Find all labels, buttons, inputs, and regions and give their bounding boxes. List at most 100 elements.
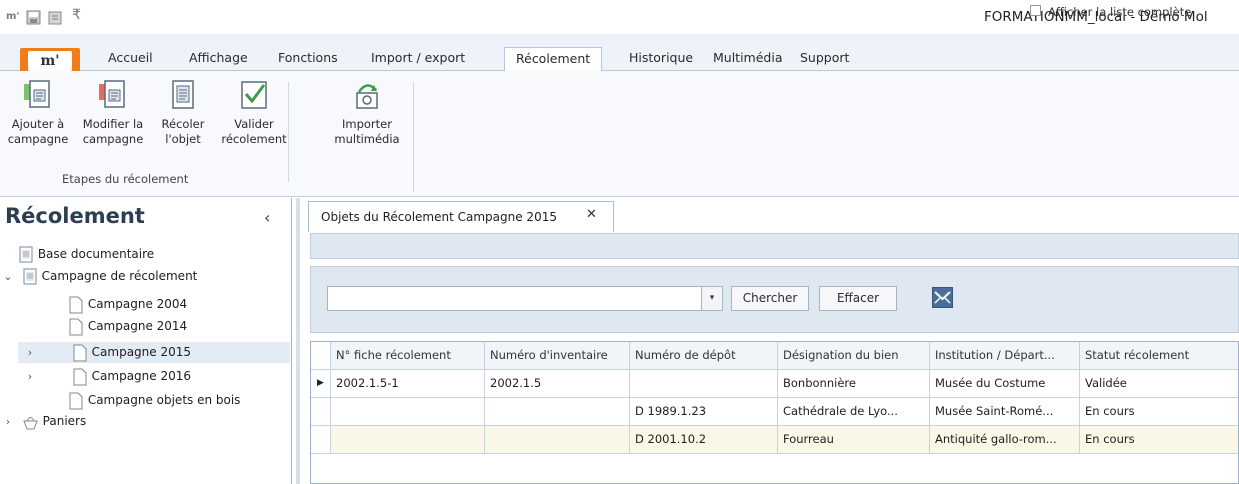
table-cell[interactable]: En cours xyxy=(1080,426,1238,454)
column-header-fiche[interactable]: N° fiche récolement xyxy=(331,342,485,370)
document-tab-label: Objets du Récolement Campagne 2015 xyxy=(321,210,557,224)
column-header-depot[interactable]: Numéro de dépôt xyxy=(630,342,778,370)
table-cell[interactable]: Musée Saint-Romé... xyxy=(930,398,1080,426)
add-to-campaign-icon xyxy=(24,80,50,108)
collapsed-chevron-icon[interactable]: › xyxy=(24,366,36,387)
inventory-object-button[interactable]: Récoler l'objet xyxy=(152,78,214,147)
tab-import-export[interactable]: Import / export xyxy=(371,50,465,65)
page-icon xyxy=(69,318,83,335)
table-cell[interactable] xyxy=(331,426,485,454)
tree-item-base-documentaire[interactable]: Base documentaire xyxy=(18,244,288,265)
tab-affichage[interactable]: Affichage xyxy=(189,50,248,65)
validate-inventory-label-1: Valider xyxy=(234,117,274,131)
search-input[interactable] xyxy=(330,289,698,308)
inventory-object-label-1: Récoler xyxy=(161,117,205,131)
table-cell[interactable] xyxy=(485,426,630,454)
tab-recolement[interactable]: Récolement xyxy=(504,47,603,72)
validate-check-icon xyxy=(241,81,267,109)
full-list-checkbox[interactable] xyxy=(1030,5,1041,16)
table-cell[interactable]: Validée xyxy=(1080,370,1238,398)
current-row-arrow-icon: ▶ xyxy=(311,370,331,398)
tree-item-label: Campagne objets en bois xyxy=(87,393,241,407)
ribbon-group-label: Etapes du récolement xyxy=(62,172,189,186)
document-icon xyxy=(19,246,33,263)
clear-button[interactable]: Effacer xyxy=(819,286,897,311)
navigation-panel-title: Récolement xyxy=(5,204,145,228)
ribbon-tab-bar xyxy=(0,34,1239,71)
table-cell[interactable] xyxy=(331,398,485,426)
basket-icon xyxy=(23,416,38,429)
table-cell[interactable] xyxy=(630,370,778,398)
tree-item-label: Campagne 2004 xyxy=(87,297,188,311)
import-multimedia-button[interactable]: Importer multimédia xyxy=(331,78,403,147)
add-to-campaign-label-2: campagne xyxy=(7,132,69,146)
send-email-icon[interactable] xyxy=(932,287,953,308)
document-tab[interactable]: Objets du Récolement Campagne 2015 ✕ xyxy=(308,201,614,232)
tree-item-label: Paniers xyxy=(42,414,87,428)
page-icon xyxy=(73,344,87,361)
document-icon xyxy=(23,268,37,285)
edit-campaign-button[interactable]: Modifier la campagne xyxy=(74,78,152,147)
table-cell[interactable]: Antiquité gallo-rom... xyxy=(930,426,1080,454)
expanded-chevron-icon[interactable]: ⌄ xyxy=(2,266,14,287)
tree-item-campagne-de-recolement[interactable]: ⌄ Campagne de récolement xyxy=(2,266,288,287)
table-cell[interactable]: Bonbonnière xyxy=(778,370,930,398)
page-icon xyxy=(73,368,87,385)
tree-item-campagne-2014[interactable]: Campagne 2014 xyxy=(68,316,288,337)
inventory-object-label-2: l'objet xyxy=(165,132,201,146)
column-header-inventaire[interactable]: Numéro d'inventaire xyxy=(485,342,630,370)
column-header-institution[interactable]: Institution / Départ... xyxy=(930,342,1080,370)
navigation-panel-header: Récolement ‹ xyxy=(0,198,291,236)
import-multimedia-label-2: multimédia xyxy=(334,132,400,146)
table-cell[interactable]: 2002.1.5 xyxy=(485,370,630,398)
undo-form-icon[interactable] xyxy=(48,10,63,25)
table-cell[interactable] xyxy=(485,398,630,426)
collapsed-chevron-icon[interactable]: › xyxy=(2,411,14,432)
column-header-designation[interactable]: Désignation du bien xyxy=(778,342,930,370)
table-cell[interactable]: 2002.1.5-1 xyxy=(331,370,485,398)
row-indicator xyxy=(311,398,331,426)
ribbon-group-separator xyxy=(288,82,289,182)
tab-accueil[interactable]: Accueil xyxy=(108,50,153,65)
row-indicator xyxy=(311,426,331,454)
table-cell[interactable]: D 1989.1.23 xyxy=(630,398,778,426)
import-multimedia-label-1: Importer xyxy=(342,117,392,131)
quick-access-dropdown-icon[interactable]: ₹ xyxy=(72,7,81,23)
search-combo[interactable]: ▾ xyxy=(327,286,723,311)
edit-campaign-label-2: campagne xyxy=(82,132,144,146)
dropdown-arrow-icon[interactable]: ▾ xyxy=(701,287,722,310)
inventory-object-icon xyxy=(172,80,194,109)
tab-historique[interactable]: Historique xyxy=(629,50,693,65)
table-cell[interactable]: En cours xyxy=(1080,398,1238,426)
tab-multimedia[interactable]: Multimédia xyxy=(713,50,783,65)
table-cell[interactable]: Fourreau xyxy=(778,426,930,454)
tree-item-campagne-2015[interactable]: › Campagne 2015 xyxy=(18,342,290,363)
tree-item-label: Base documentaire xyxy=(37,247,155,261)
validate-inventory-label-2: récolement xyxy=(221,132,287,146)
tab-fonctions[interactable]: Fonctions xyxy=(278,50,338,65)
results-grid: N° fiche récolement Numéro d'inventaire … xyxy=(310,341,1239,484)
search-button[interactable]: Chercher xyxy=(731,286,809,311)
collapsed-chevron-icon[interactable]: › xyxy=(24,342,36,363)
tree-item-campagne-2004[interactable]: Campagne 2004 xyxy=(68,294,288,315)
tree-item-campagne-objets-en-bois[interactable]: Campagne objets en bois xyxy=(68,390,288,411)
tree-item-paniers[interactable]: › Paniers xyxy=(2,411,288,432)
add-to-campaign-label-1: Ajouter à xyxy=(11,117,65,131)
tree-item-campagne-2016[interactable]: › Campagne 2016 xyxy=(18,366,288,387)
column-header-statut[interactable]: Statut récolement xyxy=(1080,342,1238,370)
add-to-campaign-button[interactable]: Ajouter à campagne xyxy=(0,78,76,147)
validate-inventory-button[interactable]: Valider récolement xyxy=(214,78,294,147)
tree-item-label: Campagne de récolement xyxy=(41,269,198,283)
full-list-label: Afficher la liste complète xyxy=(1048,5,1192,19)
app-small-logo-icon[interactable]: m' xyxy=(6,11,19,22)
row-indicator-header xyxy=(311,342,331,370)
edit-campaign-label-1: Modifier la xyxy=(82,117,144,131)
tab-support[interactable]: Support xyxy=(800,50,849,65)
save-icon[interactable] xyxy=(26,10,41,25)
table-cell[interactable]: Musée du Costume xyxy=(930,370,1080,398)
close-icon[interactable]: ✕ xyxy=(586,207,597,222)
table-cell[interactable]: Cathédrale de Lyo... xyxy=(778,398,930,426)
collapse-panel-icon[interactable]: ‹ xyxy=(264,208,270,227)
page-icon xyxy=(69,296,83,313)
table-cell[interactable]: D 2001.10.2 xyxy=(630,426,778,454)
